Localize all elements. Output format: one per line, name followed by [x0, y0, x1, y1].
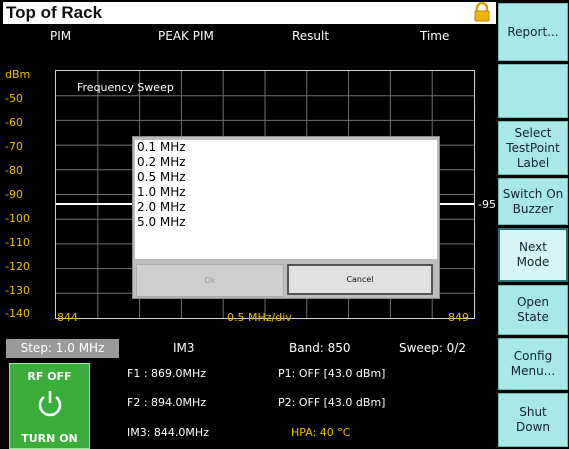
switch-on-buzzer-button[interactable]: Switch On Buzzer — [498, 178, 568, 225]
y-tick: -110 — [5, 236, 30, 249]
y-tick: -90 — [5, 188, 23, 201]
x-div-label: 0.5 MHz/div — [227, 311, 292, 324]
p2-value: P2: OFF [43.0 dBm] — [278, 396, 386, 409]
threshold-value: -95 — [478, 198, 496, 211]
sweep-counter: Sweep: 0/2 — [399, 341, 466, 355]
report-label: Report... — [507, 24, 559, 39]
header-time: Time — [420, 29, 450, 43]
blank-softkey[interactable] — [498, 64, 568, 118]
instrument-screen: Top of Rack PIM PEAK PIM Result Time dBm… — [0, 0, 569, 449]
rf-state-label: RF OFF — [27, 370, 72, 383]
y-tick: -50 — [5, 92, 23, 105]
list-item[interactable]: 5.0 MHz — [135, 215, 437, 230]
y-tick: -130 — [5, 284, 30, 297]
rf-toggle-button[interactable]: RF OFF TURN ON — [9, 363, 90, 449]
p1-value: P1: OFF [43.0 dBm] — [278, 367, 386, 380]
softkey-label: Down — [515, 420, 550, 434]
softkey-label: Menu... — [510, 364, 556, 378]
rf-action-label: TURN ON — [21, 432, 78, 445]
y-tick: -70 — [5, 140, 23, 153]
list-item[interactable]: 0.2 MHz — [135, 155, 437, 170]
y-tick: -140 — [5, 307, 30, 320]
list-item[interactable]: 0.5 MHz — [135, 170, 437, 185]
step-indicator: Step: 1.0 MHz — [6, 339, 119, 358]
hpa-temp: HPA: 40 °C — [291, 426, 351, 439]
f1-value: F1 : 869.0MHz — [127, 367, 207, 380]
plot-label: Frequency Sweep — [77, 81, 174, 94]
x-end-label: 849 — [448, 311, 469, 324]
softkey-label: Config — [513, 349, 553, 363]
ok-button[interactable]: Ok — [136, 264, 284, 297]
step-select-dialog: 0.1 MHz 0.2 MHz 0.5 MHz 1.0 MHz 2.0 MHz … — [132, 136, 440, 299]
y-tick: -100 — [5, 212, 30, 225]
softkey-label: State — [517, 310, 549, 324]
power-icon — [38, 391, 62, 417]
softkey-label: Label — [516, 155, 550, 170]
title-bar: Top of Rack — [3, 2, 496, 24]
softkey-label: Open — [516, 295, 550, 309]
header-result: Result — [292, 29, 330, 43]
step-options-list[interactable]: 0.1 MHz 0.2 MHz 0.5 MHz 1.0 MHz 2.0 MHz … — [135, 140, 437, 259]
header-peak-pim: PEAK PIM — [158, 29, 214, 43]
softkey-label: Switch On — [502, 186, 564, 201]
y-unit-label: dBm — [5, 68, 31, 81]
select-testpoint-label-button[interactable]: Select TestPoint Label — [498, 121, 568, 175]
config-menu-button[interactable]: Config Menu... — [498, 338, 568, 390]
report-button[interactable]: Report... — [498, 3, 568, 61]
lock-icon — [474, 2, 490, 22]
im3-value: IM3: 844.0MHz — [127, 426, 209, 439]
y-tick: -60 — [5, 116, 23, 129]
x-start-label: 844 — [57, 311, 78, 324]
page-title: Top of Rack — [6, 3, 103, 22]
softkey-label: TestPoint — [506, 140, 560, 155]
softkey-label: Buzzer — [512, 201, 554, 216]
softkey-panel: Report... Select TestPoint Label Switch … — [497, 0, 569, 449]
list-item[interactable]: 1.0 MHz — [135, 185, 437, 200]
softkey-label: Next — [519, 240, 547, 254]
softkey-label: Mode — [516, 255, 550, 269]
band-label: Band: 850 — [289, 341, 351, 355]
header-pim: PIM — [50, 29, 72, 43]
list-item[interactable]: 0.1 MHz — [135, 140, 437, 155]
cancel-button[interactable]: Cancel — [287, 264, 433, 295]
status-bar: Step: 1.0 MHz IM3 Band: 850 Sweep: 0/2 — [3, 339, 496, 358]
softkey-label: Select — [514, 125, 552, 140]
list-item[interactable]: 2.0 MHz — [135, 200, 437, 215]
open-state-button[interactable]: Open State — [498, 285, 568, 335]
shut-down-button[interactable]: Shut Down — [498, 393, 568, 447]
y-tick: -80 — [5, 164, 23, 177]
y-tick: -120 — [5, 260, 30, 273]
info-panel: RF OFF TURN ON F1 : 869.0MHz F2 : 894.0M… — [3, 359, 496, 449]
next-mode-button[interactable]: Next Mode — [498, 228, 568, 282]
softkey-label: Shut — [519, 405, 547, 419]
im-order: IM3 — [173, 341, 195, 355]
f2-value: F2 : 894.0MHz — [127, 396, 207, 409]
